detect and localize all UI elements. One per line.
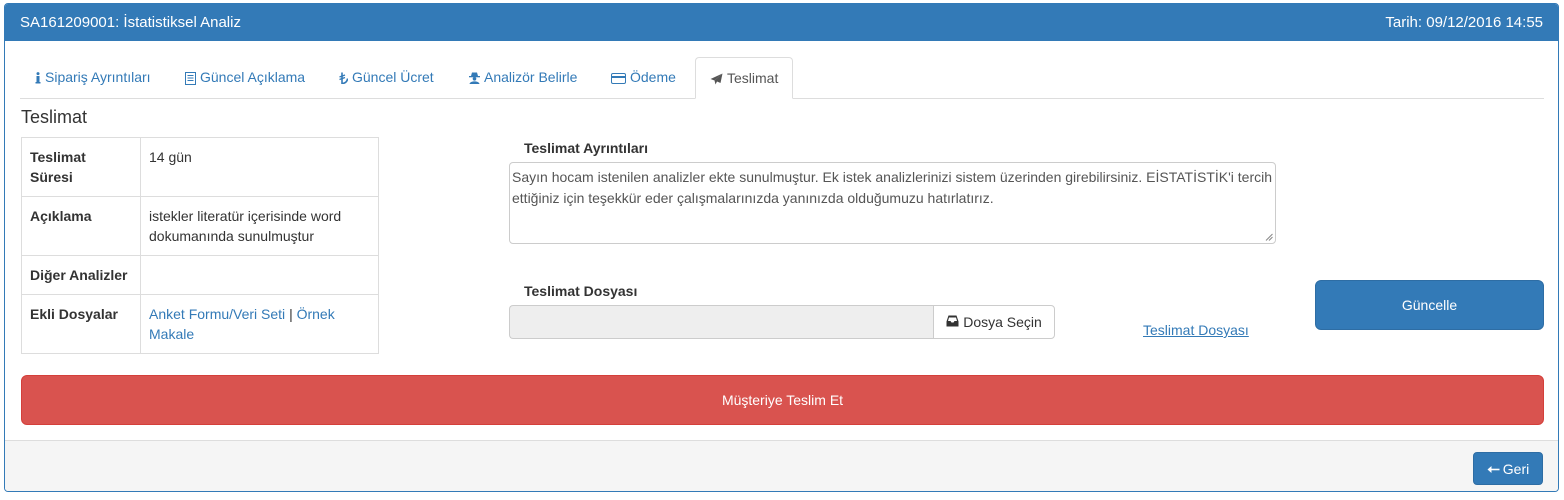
order-panel: SA161209001: İstatistiksel Analiz Tarih:… — [4, 3, 1559, 492]
table-row: Ekli Dosyalar Anket Formu/Veri Seti | Ör… — [21, 294, 379, 354]
tab-label: Güncel Açıklama — [200, 69, 306, 85]
order-date: Tarih: 09/12/2016 14:55 — [1385, 14, 1543, 31]
link-separator: | — [289, 306, 293, 322]
tab-label: Ödeme — [630, 69, 676, 85]
delivery-file-link[interactable]: Teslimat Dosyası — [1143, 322, 1249, 338]
order-title: SA161209001: İstatistiksel Analiz — [20, 14, 241, 31]
update-button[interactable]: Güncelle — [1315, 280, 1544, 330]
delivery-file-label: Teslimat Dosyası — [524, 283, 638, 299]
table-row: Diğer Analizler — [21, 255, 379, 295]
row-key: Açıklama — [21, 196, 141, 256]
lira-icon — [339, 72, 348, 85]
user-secret-icon — [469, 72, 480, 85]
row-value — [140, 255, 379, 295]
document-icon — [185, 71, 196, 85]
delivery-details-textarea[interactable]: Sayın hocam istenilen analizler ekte sun… — [509, 162, 1276, 244]
delivery-details-text: Sayın hocam istenilen analizler ekte sun… — [512, 169, 1273, 206]
row-value: Anket Formu/Veri Seti | Örnek Makale — [140, 294, 379, 354]
panel-footer: Geri — [5, 440, 1558, 491]
tab-assign-analyzer[interactable]: Analizör Belirle — [469, 57, 577, 98]
tab-label: Teslimat — [727, 70, 779, 86]
row-value: istekler literatür içerisinde word dokum… — [140, 196, 379, 256]
back-label: Geri — [1502, 460, 1530, 477]
tab-label: Analizör Belirle — [484, 69, 578, 85]
tab-order-details[interactable]: Sipariş Ayrıntıları — [35, 57, 151, 98]
info-table: Teslimat Süresi 14 gün Açıklama istekler… — [21, 137, 379, 354]
credit-card-icon — [611, 72, 626, 84]
row-key: Ekli Dosyalar — [21, 294, 141, 354]
deliver-to-customer-button[interactable]: Müşteriye Teslim Et — [21, 375, 1544, 425]
tab-label: Sipariş Ayrıntıları — [45, 69, 151, 85]
row-value: 14 gün — [140, 137, 379, 197]
row-key: Diğer Analizler — [21, 255, 141, 295]
attachment-link[interactable]: Anket Formu/Veri Seti — [149, 306, 285, 322]
tab-bar: Sipariş Ayrıntıları Güncel Açıklama Günc… — [20, 57, 1544, 99]
tab-payment[interactable]: Ödeme — [611, 57, 676, 98]
panel-heading: SA161209001: İstatistiksel Analiz Tarih:… — [5, 4, 1558, 41]
resize-grip-icon[interactable] — [1265, 233, 1273, 241]
tab-delivery[interactable]: Teslimat — [695, 57, 794, 99]
section-title: Teslimat — [21, 107, 88, 127]
back-button[interactable]: Geri — [1473, 452, 1543, 485]
table-row: Teslimat Süresi 14 gün — [21, 137, 379, 197]
table-row: Açıklama istekler literatür içerisinde w… — [21, 196, 379, 256]
choose-file-button[interactable]: Dosya Seçin — [933, 305, 1055, 339]
inbox-icon — [946, 314, 959, 330]
info-icon — [35, 72, 41, 84]
tab-current-fee[interactable]: Güncel Ücret — [339, 57, 434, 98]
send-icon — [710, 73, 723, 85]
file-path-input[interactable] — [509, 305, 934, 339]
row-key: Teslimat Süresi — [21, 137, 141, 197]
tab-label: Güncel Ücret — [352, 69, 434, 85]
tab-current-description[interactable]: Güncel Açıklama — [185, 57, 305, 98]
delivery-details-label: Teslimat Ayrıntıları — [524, 140, 648, 156]
arrow-left-icon — [1487, 461, 1500, 477]
choose-file-label: Dosya Seçin — [963, 314, 1042, 330]
